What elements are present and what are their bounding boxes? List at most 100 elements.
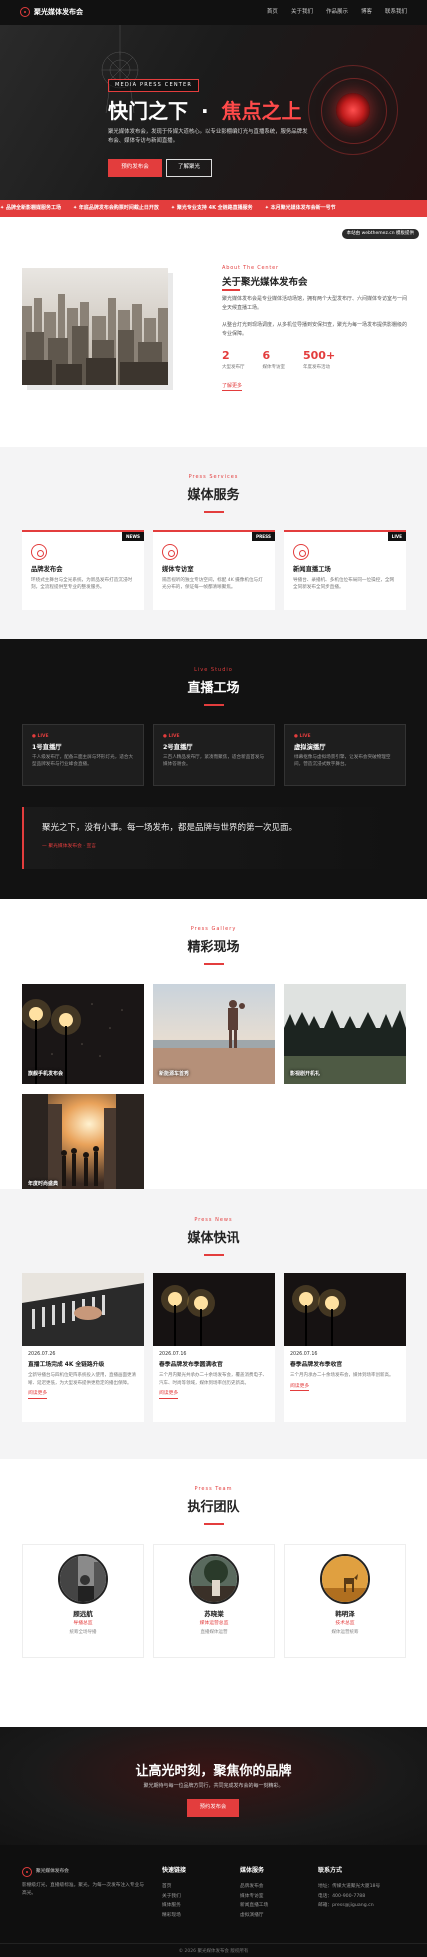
- team-card[interactable]: 韩明泽 技术总监 媒体运营统筹: [284, 1544, 406, 1658]
- gallery-item[interactable]: 年度时尚盛典: [22, 1094, 144, 1194]
- template-watermark[interactable]: 本站由 webthemez.cn 模板提供: [341, 229, 419, 239]
- ticker-item[interactable]: 年底品牌发布会购票时间截止日开放: [73, 205, 159, 212]
- live-card[interactable]: LIVE 1号直播厅 千人级发布厅，配备三面主屏与环形灯光，适合大型品牌发布与行…: [22, 724, 144, 786]
- avatar-image: [191, 1556, 237, 1602]
- news-image: [284, 1273, 406, 1346]
- book-press-button[interactable]: 预约发布会: [108, 159, 162, 177]
- nav-contact[interactable]: 联系我们: [385, 9, 407, 17]
- news-excerpt: 全新导播台与四机位矩阵系统投入使用，直播画面更清晰、延迟更低，为大型发布提供更稳…: [28, 1373, 136, 1386]
- stat-events: 500+ 年度发布活动: [303, 348, 335, 371]
- news-headline: 春季品牌发布季圆满收官: [159, 1361, 223, 1368]
- news-card[interactable]: 2026.07.16 春季品牌发布季收官 三个月内承办二十余场发布会，媒体到场率…: [284, 1273, 406, 1422]
- footer-link[interactable]: 关于我们: [162, 1892, 186, 1902]
- gallery-heading: Press Gallery 精彩现场: [0, 926, 427, 966]
- gallery-item[interactable]: 新能源车首秀: [153, 984, 275, 1084]
- cta-book-button[interactable]: 预约发布会: [187, 1799, 239, 1817]
- spotlight-core: [336, 93, 370, 127]
- service-card[interactable]: PRESS 媒体专访室 隔音视听的独立专访空间，标配 4K 摄像机位与灯光分布的…: [153, 530, 275, 610]
- footer-link[interactable]: 首页: [162, 1882, 186, 1892]
- team-heading: Press Team 执行团队: [0, 1486, 427, 1526]
- member-bio: 媒体运营统筹: [331, 1630, 359, 1636]
- live-card-desc: 三百人精品发布厅，紧凑而聚焦，适合新品首发与媒体答谢会。: [163, 754, 265, 767]
- hero-title-a: 快门之下: [108, 99, 188, 123]
- member-bio: 统筹全场导播: [69, 1630, 97, 1636]
- contact-address: 地址：传媒大道聚光大厦18号: [318, 1883, 381, 1889]
- member-role: 技术总监: [335, 1621, 355, 1627]
- gallery-caption: 新能源车首秀: [159, 1070, 190, 1077]
- avatar-image: [322, 1556, 368, 1602]
- news-headline: 直播工场完成 4K 全链路升级: [28, 1361, 105, 1368]
- live-card-title: 1号直播厅: [32, 743, 62, 751]
- services-section: Press Services 媒体服务 NEWS 品牌发布会 环绕式主舞台与全光…: [0, 447, 427, 639]
- about-eyebrow: About The Center: [222, 265, 279, 271]
- target-icon: [31, 544, 47, 560]
- footer-link[interactable]: 新闻直播工场: [240, 1901, 268, 1911]
- service-cards: NEWS 品牌发布会 环绕式主舞台与全光系统，为新品发布打造沉浸时刻，全流程提供…: [22, 530, 406, 610]
- contact-phone[interactable]: 电话：400-900-7788: [318, 1892, 380, 1902]
- team-card[interactable]: 顾远航 导播总监 统筹全场导播: [22, 1544, 144, 1658]
- service-card[interactable]: LIVE 新闻直播工场 导播台、录播机、多机位位布局同一位操控，全网全同新发布全…: [284, 530, 406, 610]
- service-card[interactable]: NEWS 品牌发布会 环绕式主舞台与全光系统，为新品发布打造沉浸时刻，全流程提供…: [22, 530, 144, 610]
- nav-blog[interactable]: 博客: [361, 9, 372, 17]
- services-title: 媒体服务: [187, 488, 240, 504]
- stat-label: 媒体专访室: [262, 364, 286, 370]
- aperture-icon: [20, 7, 30, 18]
- footer-link[interactable]: 精彩现场: [162, 1911, 186, 1921]
- spotlight-orb: [308, 65, 398, 155]
- brand-logo[interactable]: 聚光媒体发布会: [20, 7, 83, 18]
- copyright: © 2026 聚光媒体发布会 版权所有: [0, 1943, 427, 1956]
- footer-link[interactable]: 虚拟演播厅: [240, 1911, 268, 1921]
- team-cards: 顾远航 导播总监 统筹全场导播 苏晓棠 媒体运营总监 直播媒体运营 韩明泽 技术…: [22, 1544, 406, 1658]
- news-image: [22, 1273, 144, 1346]
- forest-field-photo: [284, 984, 406, 1084]
- avatar: [58, 1554, 108, 1604]
- nav-about[interactable]: 关于我们: [291, 9, 313, 17]
- service-tag: PRESS: [252, 532, 275, 542]
- live-card-title: 虚拟演播厅: [294, 743, 326, 751]
- read-more-link[interactable]: 阅读更多: [159, 1391, 179, 1399]
- about-paragraph: 从整合灯光到现场调度，从多机位导播到安保扫查，聚光为每一场发布提供影棚级的专业保…: [222, 322, 408, 337]
- footer-link[interactable]: 品牌发布会: [240, 1882, 268, 1892]
- street-lamps-photo: [22, 984, 144, 1084]
- team-card[interactable]: 苏晓棠 媒体运营总监 直播媒体运营: [153, 1544, 275, 1658]
- cta-title: 让高光时刻，聚焦你的品牌: [135, 1764, 292, 1779]
- news-date: 2026.07.26: [28, 1352, 56, 1357]
- news-ticker: 品牌全新影棚媒服务工场 年底品牌发布会购票时间截止日开放 聚光专业支持 4K 全…: [0, 200, 427, 217]
- news-card[interactable]: 2026.07.26 直播工场完成 4K 全链路升级 全新导播台与四机位矩阵系统…: [22, 1273, 144, 1422]
- contact-email[interactable]: 邮箱：press@jiguang.cn: [318, 1901, 380, 1911]
- ticker-item[interactable]: 聚光专业支持 4K 全链路直播服务: [171, 205, 253, 212]
- service-title: 媒体专访室: [162, 566, 194, 573]
- footer-link[interactable]: 媒体专访室: [240, 1892, 268, 1902]
- manifesto-quote: 聚光之下，没有小事。每一场发布，都是品牌与世界的第一次见面。 — 聚光媒体发布会…: [22, 807, 405, 869]
- live-card[interactable]: LIVE 虚拟演播厅 绿幕抠像与虚拟场景引擎，让发布会突破物理空间，营造沉浸式数…: [284, 724, 406, 786]
- footer-contact: 联系方式 地址：传媒大道聚光大厦18号 电话：400-900-7788 邮箱：p…: [318, 1867, 380, 1911]
- live-card[interactable]: LIVE 2号直播厅 三百人精品发布厅，紧凑而聚焦，适合新品首发与媒体答谢会。: [153, 724, 275, 786]
- city-street-photo: [22, 1094, 144, 1194]
- learn-more-button[interactable]: 了解聚光: [166, 159, 212, 177]
- team-section: Press Team 执行团队 顾远航 导播总监 统筹全场导播 苏晓棠 媒体运营…: [0, 1459, 427, 1727]
- service-desc: 环绕式主舞台与全光系统，为新品发布打造沉浸时刻，全流程提供至专业的整发服务。: [31, 578, 133, 591]
- news-card[interactable]: 2026.07.16 春季品牌发布季圆满收官 三个月内聚光共承办二十余场发布会，…: [153, 1273, 275, 1422]
- service-title: 品牌发布会: [31, 566, 63, 573]
- read-more-link[interactable]: 阅读更多: [290, 1384, 310, 1392]
- news-eyebrow: Press News: [194, 1217, 233, 1223]
- gallery-item[interactable]: 影视剧开机礼: [284, 984, 406, 1084]
- service-tag: LIVE: [387, 532, 406, 542]
- read-more-link[interactable]: 阅读更多: [28, 1391, 48, 1399]
- stat-value: 2: [222, 349, 230, 362]
- nav-works[interactable]: 作品展示: [326, 9, 348, 17]
- member-name: 顾远航: [73, 1610, 93, 1618]
- footer-logo[interactable]: 聚光媒体发布会: [22, 1867, 148, 1877]
- gallery-item[interactable]: 旗舰手机发布会: [22, 984, 144, 1084]
- ticker-item[interactable]: 品牌全新影棚媒服务工场: [0, 205, 61, 212]
- news-headline: 春季品牌发布季收官: [290, 1361, 343, 1368]
- footer-link[interactable]: 媒体服务: [162, 1901, 186, 1911]
- site-header: 聚光媒体发布会 首页 关于我们 作品展示 博客 联系我们: [0, 0, 427, 25]
- about-more-link[interactable]: 了解更多: [222, 383, 243, 392]
- footer-col-title: 联系方式: [318, 1867, 343, 1874]
- main-nav: 首页 关于我们 作品展示 博客 联系我们: [267, 9, 407, 17]
- nav-home[interactable]: 首页: [267, 9, 278, 17]
- ticker-item[interactable]: 本月聚光媒体发布会新一号节: [265, 205, 336, 212]
- news-cards: 2026.07.26 直播工场完成 4K 全链路升级 全新导播台与四机位矩阵系统…: [22, 1273, 406, 1422]
- news-divider: [203, 1254, 224, 1257]
